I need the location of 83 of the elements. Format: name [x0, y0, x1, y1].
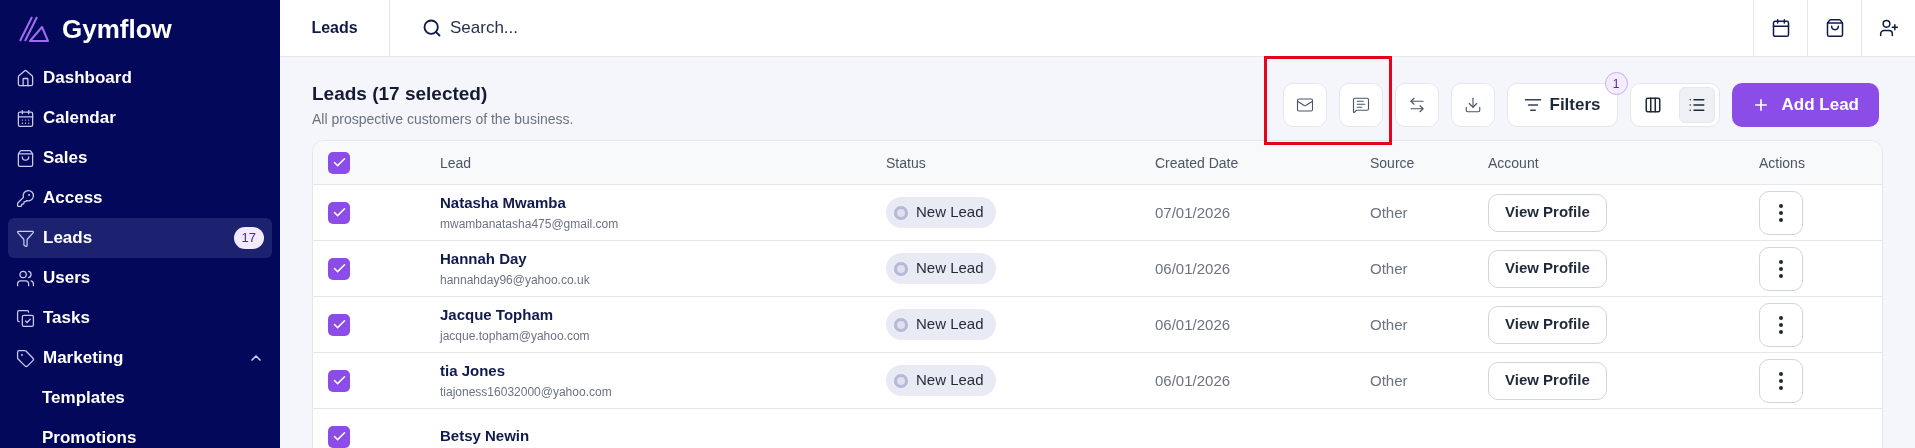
page-subtitle: All prospective customers of the business.	[312, 109, 574, 129]
access-icon	[16, 188, 35, 208]
source-text: Other	[1370, 203, 1408, 221]
checkbox[interactable]	[328, 257, 350, 280]
more-icon	[1779, 259, 1783, 278]
shopping-bag-icon	[1824, 18, 1845, 38]
download-icon	[1463, 96, 1482, 114]
add-lead-button[interactable]: Add Lead	[1731, 83, 1879, 127]
lead-name: Natasha Mwamba	[440, 193, 567, 214]
column-header: Account	[1488, 154, 1539, 171]
column-header: Source	[1370, 154, 1415, 171]
transfer-button[interactable]	[1394, 83, 1439, 127]
view-profile-button[interactable]: View Profile	[1488, 361, 1607, 400]
calendar-icon	[16, 108, 35, 128]
column-header: Actions	[1759, 154, 1805, 171]
list-view-button[interactable]	[1678, 87, 1715, 123]
sidebar-item[interactable]: Marketing	[8, 338, 272, 378]
page-title: Leads	[311, 18, 358, 38]
sidebar-item[interactable]: Calendar	[8, 98, 272, 138]
filter-count-badge: 1	[1604, 72, 1628, 95]
lead-name: tia Jones	[440, 361, 507, 382]
lead-email: hannahday96@yahoo.co.uk	[440, 271, 591, 289]
sidebar-subitem[interactable]: Templates	[8, 378, 272, 418]
dashboard-icon	[16, 68, 35, 88]
filter-icon	[1523, 96, 1542, 114]
status-pill: New Lead	[886, 365, 996, 396]
brand-name: Gymflow	[62, 12, 172, 46]
checkbox[interactable]	[328, 425, 350, 448]
view-profile-button[interactable]: View Profile	[1488, 249, 1607, 288]
sidebar-item[interactable]: Users	[8, 258, 272, 298]
checkbox[interactable]	[328, 151, 350, 174]
lead-email: jacque.topham@yahoo.com	[440, 327, 591, 345]
tasks-icon	[16, 308, 35, 328]
sidebar-subitem[interactable]: Promotions	[8, 418, 272, 448]
column-header: Created Date	[1155, 154, 1239, 171]
checkbox[interactable]	[328, 201, 350, 224]
created-date: 06/01/2026	[1155, 259, 1231, 277]
created-date: 06/01/2026	[1155, 315, 1231, 333]
source-text: Other	[1370, 371, 1408, 389]
created-date: 06/01/2026	[1155, 371, 1231, 389]
lead-email: tiajoness16032000@yahoo.com	[440, 383, 613, 401]
source-text: Other	[1370, 315, 1408, 333]
column-header: Lead	[440, 154, 472, 171]
sidebar-item[interactable]: Tasks	[8, 298, 272, 338]
swap-arrows-icon	[1407, 96, 1426, 114]
calendar-icon	[1770, 18, 1791, 38]
status-pill: New Lead	[886, 253, 996, 284]
source-text: Other	[1370, 259, 1408, 277]
lead-name: Jacque Topham	[440, 305, 555, 326]
more-icon	[1779, 203, 1783, 222]
sidebar-item[interactable]: Sales	[8, 138, 272, 178]
view-profile-button[interactable]: View Profile	[1488, 193, 1607, 232]
lead-name: Betsy Newin	[440, 426, 531, 447]
count-badge: 17	[233, 227, 264, 249]
page-heading: Leads (17 selected)	[312, 82, 489, 107]
marketing-icon	[16, 348, 35, 368]
email-button[interactable]	[1282, 83, 1327, 127]
lead-email: mwambanatasha475@gmail.com	[440, 215, 620, 233]
message-button[interactable]	[1338, 83, 1383, 127]
mail-icon	[1295, 96, 1314, 114]
lead-name: Hannah Day	[440, 249, 528, 270]
created-date: 07/01/2026	[1155, 203, 1231, 221]
sidebar-item[interactable]: Leads 17	[8, 218, 272, 258]
column-header: Status	[886, 154, 926, 171]
status-pill: New Lead	[886, 197, 996, 228]
search-icon	[422, 18, 442, 38]
view-profile-button[interactable]: View Profile	[1488, 305, 1607, 344]
leads-icon	[16, 228, 35, 248]
board-view-icon	[1643, 96, 1662, 114]
sidebar-item[interactable]: Access	[8, 178, 272, 218]
more-icon	[1779, 315, 1783, 334]
sidebar-item[interactable]: Dashboard	[8, 58, 272, 98]
checkbox[interactable]	[328, 313, 350, 336]
download-button[interactable]	[1450, 83, 1495, 127]
message-icon	[1351, 96, 1370, 114]
list-view-icon	[1687, 96, 1706, 114]
add-user-icon	[1878, 18, 1899, 38]
status-pill: New Lead	[886, 309, 996, 340]
checkbox[interactable]	[328, 369, 350, 392]
search-field[interactable]: Search...	[450, 15, 1721, 41]
users-icon	[16, 268, 35, 288]
sales-icon	[16, 148, 35, 168]
more-icon	[1779, 371, 1783, 390]
